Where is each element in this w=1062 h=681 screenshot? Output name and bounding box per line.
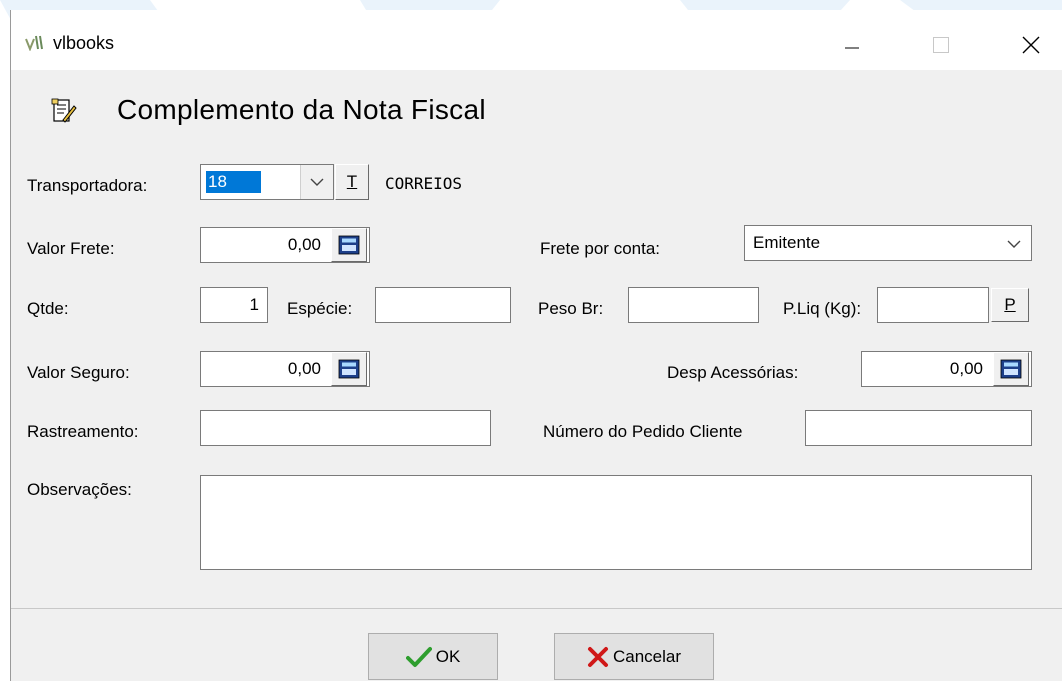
ok-button-label: OK (435, 646, 461, 666)
dialog-window: vlbooks Complemento da Nota Fiscal Trans… (10, 10, 1062, 681)
numero-pedido-field[interactable] (805, 410, 1032, 446)
numero-pedido-label: Número do Pedido Cliente (543, 422, 743, 441)
valor-seguro-label: Valor Seguro: (27, 363, 130, 382)
cancel-button-label: Cancelar (612, 646, 682, 666)
form-heading: Complemento da Nota Fiscal (117, 94, 486, 125)
valor-frete-label: Valor Frete: (27, 239, 115, 258)
frete-por-conta-value: Emitente (753, 233, 821, 252)
valor-seguro-calculator-button[interactable] (331, 352, 367, 386)
maximize-button[interactable] (916, 20, 966, 70)
calculator-icon (1000, 359, 1022, 379)
transportadora-code: 18 (206, 171, 261, 193)
dialog-content: Complemento da Nota Fiscal Transportador… (11, 70, 1062, 681)
calculator-icon (338, 235, 360, 255)
desp-acessorias-label: Desp Acessórias: (667, 363, 799, 382)
calculator-icon (338, 359, 360, 379)
title-bar: vlbooks (11, 10, 1062, 70)
transportadora-combo[interactable]: 18 (200, 164, 334, 200)
p-button-label: P (1004, 295, 1016, 314)
desp-acessorias-calculator-button[interactable] (993, 352, 1029, 386)
p-liq-field[interactable] (877, 287, 989, 323)
chevron-down-icon (310, 178, 324, 186)
transportadora-label: Transportadora: (27, 176, 148, 195)
especie-field[interactable] (375, 287, 511, 323)
p-liq-label: P.Liq (Kg): (783, 299, 862, 318)
valor-frete-calculator-button[interactable] (331, 228, 367, 262)
qtde-field[interactable]: 1 (200, 287, 268, 323)
footer-divider (11, 608, 1062, 609)
ok-button[interactable]: OK (368, 633, 498, 680)
vlbooks-app-icon (25, 35, 43, 51)
t-button-label: T (346, 172, 358, 191)
desp-acessorias-value: 0,00 (949, 359, 983, 378)
qtde-label: Qtde: (27, 299, 69, 318)
valor-frete-value: 0,00 (287, 235, 321, 254)
p-button[interactable]: P (991, 288, 1029, 322)
transportadora-dropdown-button[interactable] (300, 165, 333, 199)
minimize-icon (845, 47, 859, 49)
observacoes-textarea[interactable] (200, 475, 1032, 570)
transportadora-t-button[interactable]: T (335, 164, 369, 200)
observacoes-label: Observações: (27, 480, 132, 499)
frete-por-conta-label: Frete por conta: (540, 239, 661, 258)
peso-br-label: Peso Br: (538, 299, 604, 318)
rastreamento-field[interactable] (200, 410, 491, 446)
qtde-value: 1 (249, 295, 259, 314)
especie-label: Espécie: (287, 299, 353, 318)
close-icon (1022, 36, 1040, 54)
chevron-down-icon (1007, 240, 1021, 248)
cancel-button[interactable]: Cancelar (554, 633, 714, 680)
transportadora-name: CORREIOS (385, 174, 463, 193)
rastreamento-label: Rastreamento: (27, 422, 139, 441)
cancel-x-icon (587, 646, 608, 667)
window-title: vlbooks (53, 33, 115, 53)
document-edit-icon (51, 98, 77, 123)
peso-br-field[interactable] (628, 287, 759, 323)
maximize-icon (933, 37, 949, 53)
close-button[interactable] (1006, 20, 1056, 70)
checkmark-icon (405, 646, 432, 667)
valor-seguro-value: 0,00 (287, 359, 321, 378)
minimize-button[interactable] (827, 20, 877, 70)
frete-por-conta-select[interactable]: Emitente (744, 225, 1032, 261)
